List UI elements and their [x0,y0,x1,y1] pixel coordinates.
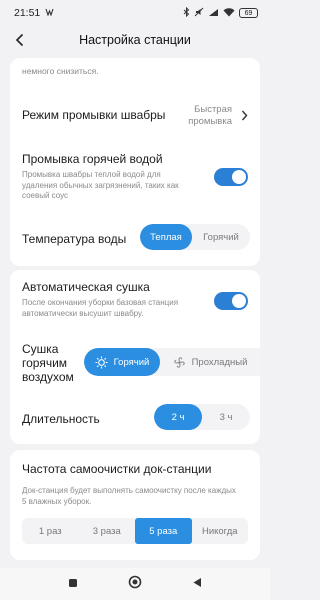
hot-air-label: Сушка горячим воздухом [22,342,74,384]
wash-mode-label: Режим промывки швабры [22,108,166,122]
wash-settings-card: немного снизиться. Режим промывки швабры… [10,58,260,266]
self-clean-frequency-card: Частота самоочистки док-станции Док-стан… [10,450,260,560]
previous-description: немного снизиться. [22,66,99,76]
fan-icon [173,356,185,368]
triangle-back-icon [193,578,201,587]
wash-mode-value: Быстрая промывка [188,104,232,127]
water-temp-selector: Теплая Горячий [140,224,250,250]
hot-wash-toggle[interactable] [214,168,248,186]
duration-row: Длительность 2 ч 3 ч [10,398,260,438]
duration-2h-option[interactable]: 2 ч [154,404,202,430]
self-clean-title: Частота самоочистки док-станции [22,462,212,476]
mute-icon [194,7,204,19]
recent-apps-button[interactable] [68,575,78,593]
system-navigation-bar [0,568,270,600]
page-title: Настройка станции [79,33,191,47]
top-bar: Настройка станции [0,26,270,54]
hot-air-cool-option[interactable]: Прохладный [160,348,260,376]
drying-settings-card: Автоматическая сушка После окончания убо… [10,270,260,444]
auto-dry-description: После окончания уборки базовая станция а… [22,298,179,318]
signal-icon [208,8,219,19]
auto-dry-label: Автоматическая сушка [22,280,150,294]
chevron-left-icon [15,33,24,47]
square-icon [69,579,77,587]
status-bar: 21:51 69 [0,0,270,26]
back-nav-button[interactable] [192,575,202,593]
wifi-icon [223,7,235,19]
back-button[interactable] [8,28,32,52]
frequency-option-5[interactable]: 5 раза [135,518,192,544]
wash-mode-row[interactable]: Режим промывки швабры Быстрая промывка [10,90,260,140]
frequency-option-never[interactable]: Никогда [192,518,249,544]
hot-air-hot-option[interactable]: Горячий [84,348,160,376]
self-clean-description: Док-станция будет выполнять самоочистку … [22,486,236,506]
water-temp-warm-option[interactable]: Теплая [140,224,192,250]
self-clean-frequency-selector: 1 раз 3 раза 5 раза Никогда [22,518,248,544]
duration-label: Длительность [22,412,100,426]
hot-air-selector: Горячий Прохладный [84,348,260,376]
water-temp-hot-option[interactable]: Горячий [192,224,250,250]
auto-dry-row: Автоматическая сушка После окончания убо… [10,270,260,332]
duration-selector: 2 ч 3 ч [154,404,250,430]
home-button[interactable] [128,575,142,594]
status-time: 21:51 [14,7,41,19]
water-temp-label: Температура воды [22,232,127,246]
bluetooth-icon [183,6,190,19]
duration-3h-option[interactable]: 3 ч [202,404,250,430]
auto-dry-toggle[interactable] [214,292,248,310]
circle-icon [128,575,142,588]
sun-icon [95,355,108,369]
frequency-option-1[interactable]: 1 раз [22,518,79,544]
hot-air-row: Сушка горячим воздухом Горячий Прохладны… [10,336,260,390]
battery-indicator: 69 [239,8,258,18]
hot-wash-row: Промывка горячей водой Промывка швабры т… [10,148,260,208]
water-temp-row: Температура воды Теплая Горячий [10,220,260,258]
hot-wash-label: Промывка горячей водой [22,152,163,166]
hot-wash-description: Промывка швабры теплой водой для удалени… [22,170,179,200]
notification-icon [45,7,54,19]
frequency-option-3[interactable]: 3 раза [79,518,136,544]
chevron-right-icon [238,108,250,122]
